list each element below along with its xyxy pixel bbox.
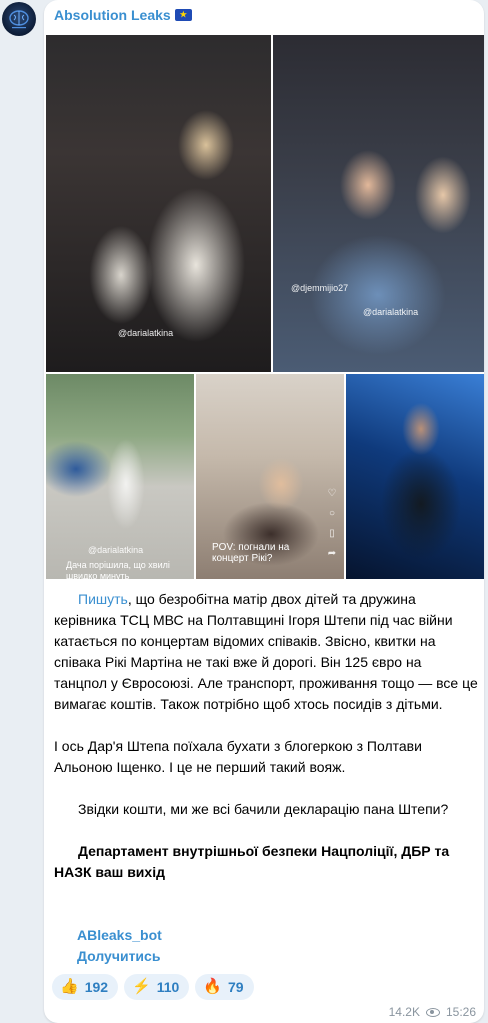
bookmark-icon: ▯	[329, 528, 335, 539]
reaction-thumbs-up[interactable]: 👍 192	[52, 974, 119, 1000]
reaction-lightning[interactable]: ⚡ 110	[124, 974, 190, 1000]
post-text: Пишуть, що безробітна матір двох дітей т…	[54, 589, 478, 883]
bot-links: ABleaks_bot Долучитись	[77, 925, 162, 967]
paragraph-3: Звідки кошти, ми же всі бачили деклараці…	[78, 801, 449, 817]
channel-avatar[interactable]	[2, 2, 36, 36]
brain-logo-icon	[9, 10, 29, 29]
photo-2[interactable]: @djemmijio27 @darialatkina	[273, 35, 484, 372]
paragraph-1-text: , що безробітна матір двох дітей та друж…	[54, 591, 478, 712]
reaction-count: 192	[84, 979, 109, 995]
eye-icon	[425, 1007, 440, 1017]
share-icon: ➦	[327, 548, 337, 559]
fire-icon: 🔥	[203, 978, 223, 995]
heart-icon: ♡	[327, 488, 337, 499]
view-count: 14.2K	[388, 1005, 420, 1019]
join-link[interactable]: Долучитись	[77, 946, 162, 967]
reaction-count: 110	[156, 979, 180, 995]
tiktok-sidebar-icons: ♡ ○ ▯ ➦	[326, 484, 338, 564]
photo-tag: @darialatkina	[88, 545, 144, 555]
message-meta: 14.2K 15:26	[389, 1005, 476, 1019]
photo-4[interactable]: POV: погнали на концерт Рікі? ♡ ○ ▯ ➦	[196, 374, 344, 579]
photo-tag: @darialatkina	[118, 328, 174, 338]
message-time: 15:26	[445, 1005, 476, 1019]
photo-caption: Дача порішила, що хвилі швидко минуть	[66, 560, 170, 579]
channel-name-text: Absolution Leaks	[54, 7, 171, 23]
paragraph-2: І ось Дар'я Штепа поїхала бухати з блоге…	[54, 738, 422, 775]
reaction-fire[interactable]: 🔥 79	[195, 974, 254, 1000]
channel-name[interactable]: Absolution Leaks	[54, 7, 192, 23]
reaction-count: 79	[228, 979, 244, 995]
photo-caption: POV: погнали на концерт Рікі?	[212, 542, 290, 564]
bot-link[interactable]: ABleaks_bot	[77, 925, 162, 946]
paragraph-1: Пишуть, що безробітна матір двох дітей т…	[54, 589, 478, 715]
photo-5[interactable]	[346, 374, 484, 579]
reactions-bar: 👍 192 ⚡ 110 🔥 79	[52, 974, 254, 1000]
photo-tag: @djemmijio27	[291, 283, 349, 293]
photo-3[interactable]: @darialatkina Дача порішила, що хвилі шв…	[46, 374, 194, 579]
photo-1[interactable]: @darialatkina	[46, 35, 271, 372]
photo-tag: @darialatkina	[363, 307, 419, 317]
lightning-icon: ⚡	[132, 978, 151, 995]
paragraph-4: Департамент внутрішньої безпеки Нацполіц…	[54, 843, 450, 880]
message-bubble: Absolution Leaks @darialatkina @djemmiji…	[44, 0, 484, 1023]
source-link[interactable]: Пишуть	[78, 591, 128, 607]
comment-icon: ○	[328, 508, 336, 519]
thumbs-up-icon: 👍	[60, 978, 79, 995]
eu-flag-icon	[174, 9, 192, 21]
